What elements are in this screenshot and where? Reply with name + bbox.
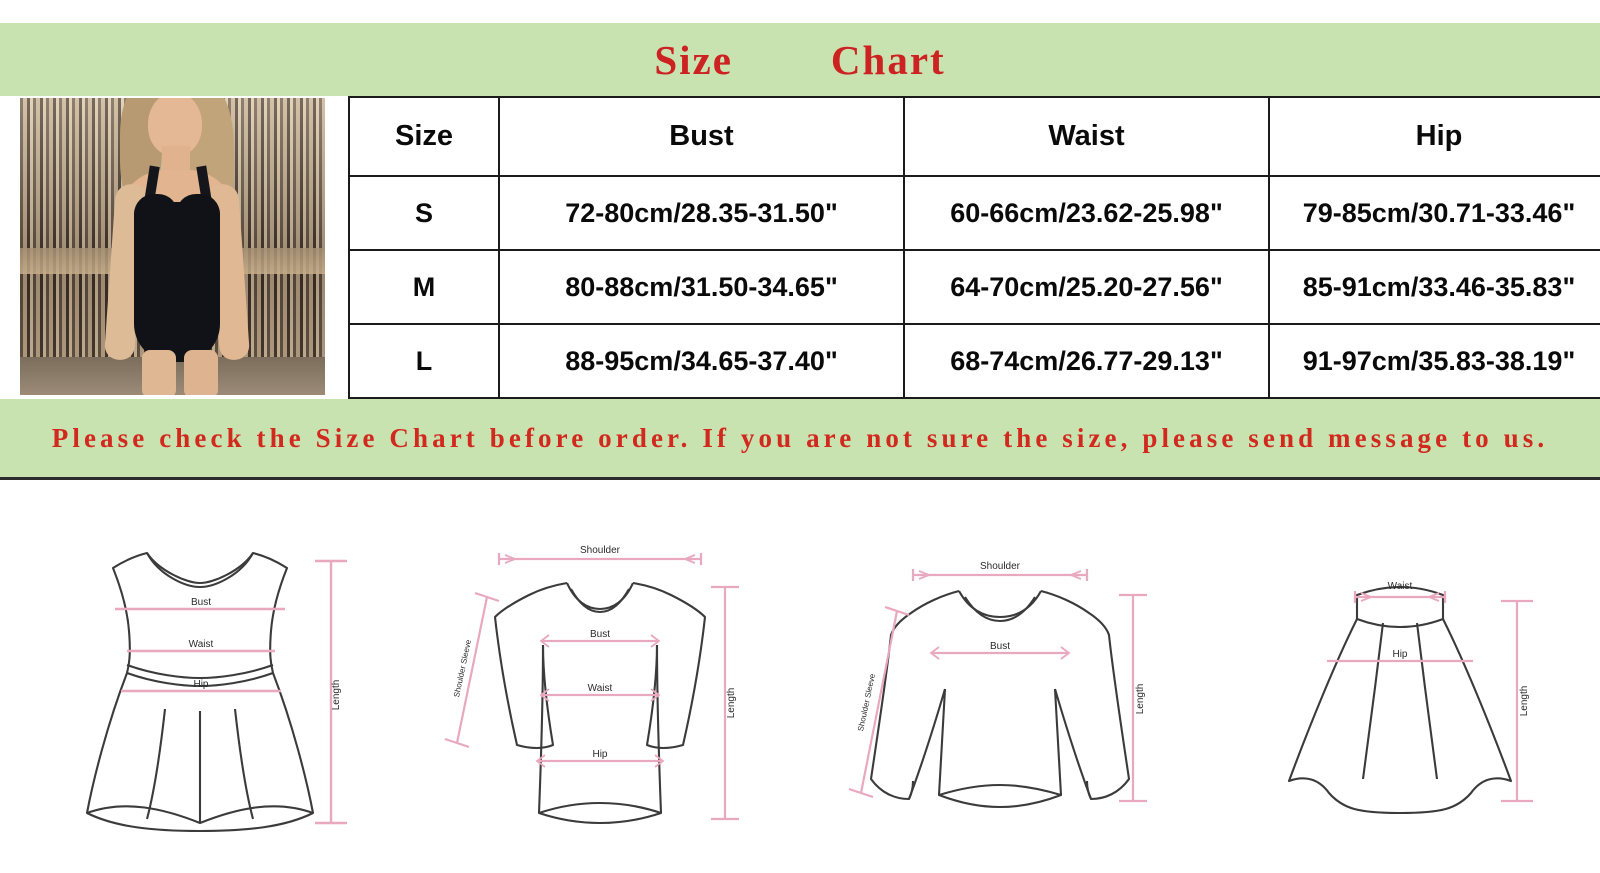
cell-size-s: S: [348, 175, 500, 251]
diagram-sweatshirt: Shoulder Bust Shoulder Sleeve Length: [800, 483, 1200, 873]
cell-size-m: M: [348, 249, 500, 325]
table-row: M 80-88cm/31.50-34.65" 64-70cm/25.20-27.…: [348, 249, 1600, 325]
label-shoulder: Shoulder: [980, 561, 1021, 572]
measurement-diagrams: Bust Waist Hip Length Shoulder Bust Wais…: [0, 483, 1600, 873]
column-header-hip: Hip: [1268, 96, 1600, 177]
label-waist: Waist: [1388, 581, 1413, 592]
size-table-section: Size Bust Waist Hip S 72-80cm/28.35-31.5…: [0, 96, 1600, 399]
cell-bust-s: 72-80cm/28.35-31.50": [498, 175, 905, 251]
label-hip: Hip: [193, 679, 208, 690]
cell-hip-m: 85-91cm/33.46-35.83": [1268, 249, 1600, 325]
column-header-bust: Bust: [498, 96, 905, 177]
size-table: Size Bust Waist Hip S 72-80cm/28.35-31.5…: [348, 96, 1600, 399]
cell-waist-l: 68-74cm/26.77-29.13": [903, 323, 1270, 399]
cell-hip-s: 79-85cm/30.71-33.46": [1268, 175, 1600, 251]
note-band: Please check the Size Chart before order…: [0, 399, 1600, 480]
title-band: Size Chart: [0, 23, 1600, 96]
model-leg-left: [142, 350, 176, 395]
label-bust: Bust: [191, 597, 211, 608]
model-figure: [90, 98, 265, 395]
label-bust: Bust: [590, 629, 610, 640]
label-bust: Bust: [990, 641, 1010, 652]
cell-bust-m: 80-88cm/31.50-34.65": [498, 249, 905, 325]
cell-waist-s: 60-66cm/23.62-25.98": [903, 175, 1270, 251]
model-leg-right: [184, 350, 218, 395]
diagram-a-line-skirt: Waist Hip Length: [1200, 483, 1600, 873]
label-shoulder: Shoulder: [580, 545, 621, 556]
cell-size-l: L: [348, 323, 500, 399]
label-length: Length: [726, 688, 737, 719]
diagram-skater-dress: Bust Waist Hip Length: [0, 483, 400, 873]
page-title: Size Chart: [654, 36, 946, 83]
label-length: Length: [331, 680, 342, 711]
table-row: S 72-80cm/28.35-31.50" 60-66cm/23.62-25.…: [348, 175, 1600, 251]
cell-bust-l: 88-95cm/34.65-37.40": [498, 323, 905, 399]
label-shoulder-sleeve: Shoulder Sleeve: [452, 638, 473, 698]
product-photo: [20, 98, 325, 395]
column-header-waist: Waist: [903, 96, 1270, 177]
column-header-size: Size: [348, 96, 500, 177]
label-length: Length: [1519, 686, 1530, 717]
label-waist: Waist: [189, 639, 214, 650]
label-length: Length: [1135, 684, 1146, 715]
table-header-row: Size Bust Waist Hip: [348, 96, 1600, 177]
size-chart-page: Size Chart Size Bust Waist Hip S 72-80cm…: [0, 0, 1600, 873]
label-hip: Hip: [1392, 649, 1407, 660]
cell-hip-l: 91-97cm/35.83-38.19": [1268, 323, 1600, 399]
label-hip: Hip: [592, 749, 607, 760]
product-photo-cell: [0, 96, 348, 399]
table-row: L 88-95cm/34.65-37.40" 68-74cm/26.77-29.…: [348, 323, 1600, 399]
diagram-long-sleeve-dress: Shoulder Bust Waist Hip Shoulder Sleeve …: [400, 483, 800, 873]
label-waist: Waist: [588, 683, 613, 694]
cell-waist-m: 64-70cm/25.20-27.56": [903, 249, 1270, 325]
size-chart-note: Please check the Size Chart before order…: [51, 423, 1549, 453]
swimsuit-cup-right: [176, 194, 220, 238]
